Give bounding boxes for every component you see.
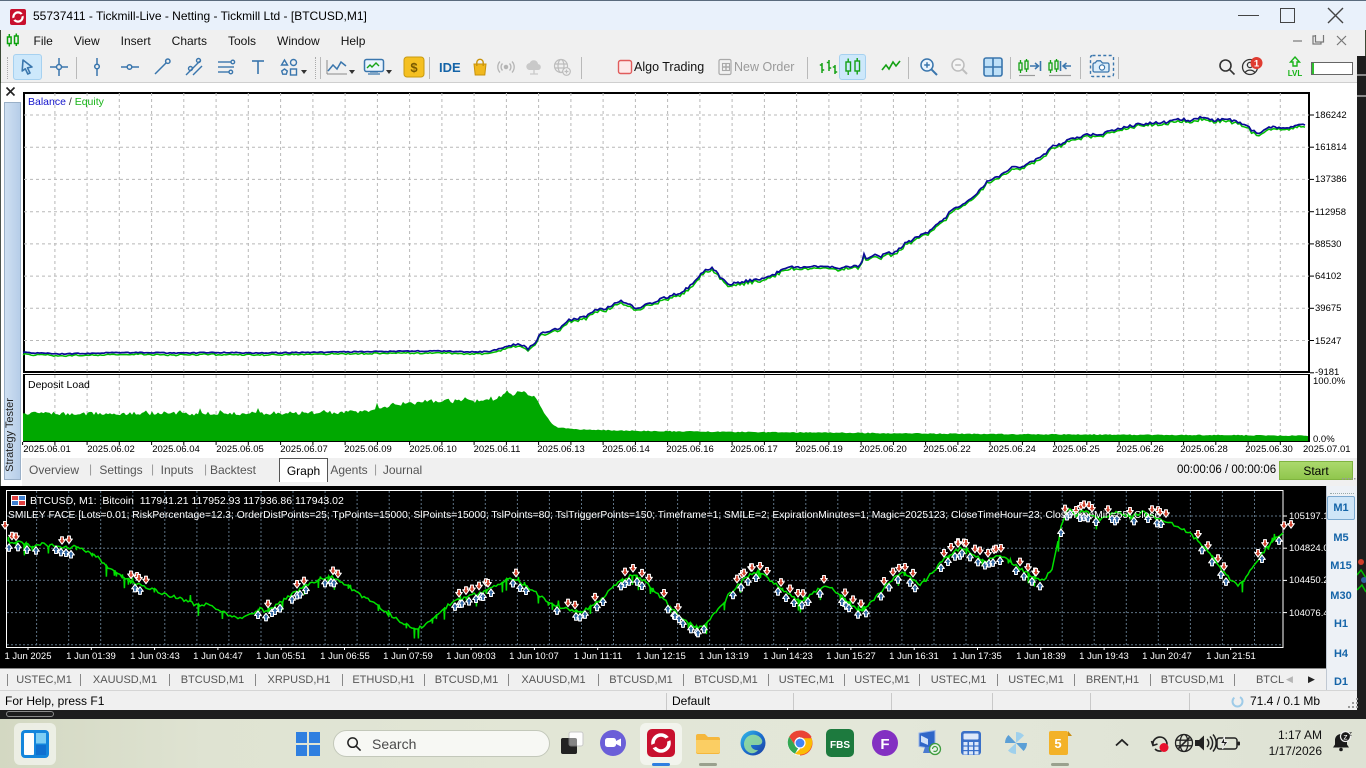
svg-text:F: F [880, 736, 889, 753]
svg-text:z: z [1343, 732, 1347, 742]
svg-text:z: z [1349, 732, 1352, 738]
svg-text:5: 5 [1054, 736, 1061, 751]
svg-text:$: $ [410, 60, 418, 75]
svg-text:FBS: FBS [830, 740, 850, 751]
svg-text:LVL: LVL [1288, 69, 1303, 78]
svg-text:1: 1 [1254, 58, 1260, 69]
